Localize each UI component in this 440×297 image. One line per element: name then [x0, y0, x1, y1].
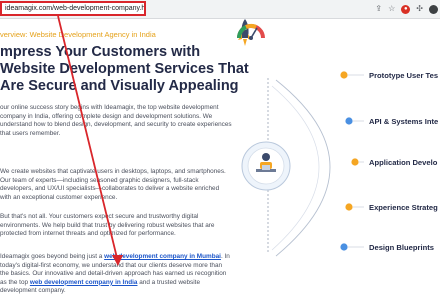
title-line: Website Development Services That — [0, 61, 249, 77]
browser-toolbar: ideamagix.com/web-development-company.ht… — [0, 0, 440, 19]
account-icon[interactable] — [429, 4, 438, 14]
node-dot — [351, 158, 359, 166]
feature-label: API & Systems Inte — [369, 117, 439, 126]
feature-label: Application Develo — [369, 158, 438, 167]
feature-label: Design Blueprints — [369, 243, 434, 252]
recognition-paragraph: Ideamagix goes beyond being just a web d… — [0, 253, 232, 296]
breadcrumb: verview: Website Development Agency in I… — [0, 30, 156, 39]
browser-actions: ⇪ ☆ ● ✣ — [375, 3, 438, 15]
gauge-icon — [236, 23, 265, 40]
star-icon[interactable]: ☆ — [388, 3, 395, 15]
page-title: mpress Your Customers with Website Devel… — [0, 44, 249, 95]
services-diagram: Prototype User Tes API & Systems Inte Ap… — [236, 18, 440, 297]
feature-label: Experience Strateg — [369, 203, 438, 212]
title-line: mpress Your Customers with — [0, 44, 201, 60]
feature-label: Prototype User Tes — [369, 71, 439, 80]
node-dot — [340, 243, 348, 251]
share-icon[interactable]: ⇪ — [375, 3, 382, 15]
paragraph-text: Ideamagix goes beyond being just a — [0, 253, 105, 260]
puzzle-icon[interactable]: ✣ — [416, 3, 423, 15]
intro-paragraph: our online success story begins with Ide… — [0, 104, 232, 137]
address-bar[interactable]: ideamagix.com/web-development-company.ht… — [0, 1, 146, 16]
node-dot — [345, 117, 353, 125]
team-paragraph: We create websites that captivate users … — [0, 168, 226, 201]
node-dot — [340, 71, 348, 79]
mumbai-link[interactable]: web development company in Mumbai — [104, 253, 221, 260]
india-link[interactable]: web development company in India — [30, 279, 138, 286]
extension-icon[interactable]: ● — [401, 4, 411, 14]
node-dot — [345, 203, 353, 211]
title-line: Are Secure and Visually Appealing — [0, 78, 239, 94]
security-paragraph: But that's not all. Your customers expec… — [0, 213, 215, 238]
